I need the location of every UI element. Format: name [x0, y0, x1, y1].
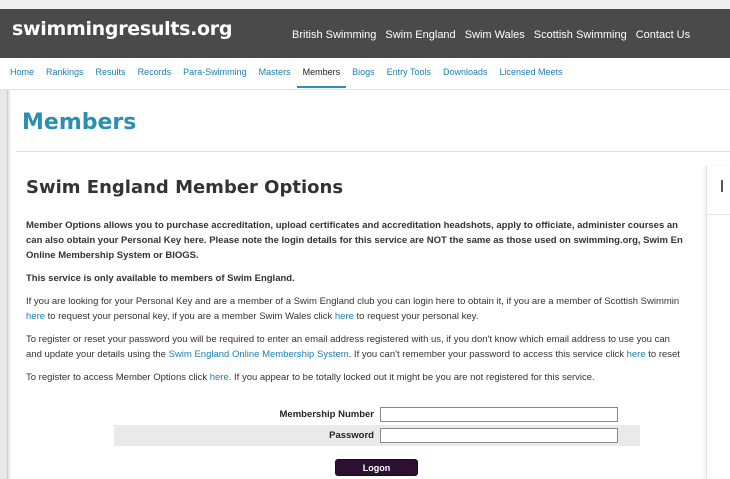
password-row: Password: [114, 425, 640, 446]
nav-para-swimming[interactable]: Para-Swimming: [177, 58, 253, 88]
intro-line-1: Member Options allows you to purchase ac…: [26, 220, 678, 231]
online-membership-system-link[interactable]: Swim England Online Membership System: [169, 349, 349, 360]
eligibility-note: This service is only available to member…: [26, 273, 295, 284]
top-nav-scottish-swimming[interactable]: Scottish Swimming: [534, 29, 627, 41]
side-panel-marker: [721, 180, 723, 192]
nav-downloads[interactable]: Downloads: [437, 58, 494, 88]
register-access-line: To register to access Member Options cli…: [26, 372, 595, 383]
membership-row: Membership Number: [114, 404, 640, 425]
nav-entry-tools[interactable]: Entry Tools: [381, 58, 437, 88]
side-panel-header: [707, 166, 730, 215]
nav-results[interactable]: Results: [90, 58, 132, 88]
top-nav-contact-us[interactable]: Contact Us: [636, 29, 690, 41]
top-nav-british-swimming[interactable]: British Swimming: [292, 29, 376, 41]
register-reset-line-1: To register or reset your password you w…: [26, 334, 670, 345]
reset-password-link[interactable]: here: [627, 349, 646, 360]
section-title: Swim England Member Options: [26, 177, 344, 198]
top-nav: British Swimming Swim England Swim Wales…: [292, 29, 690, 41]
top-header: swimmingresults.org British Swimming Swi…: [0, 0, 730, 58]
right-side-panel: [706, 166, 730, 479]
nav-members[interactable]: Members: [296, 58, 347, 88]
intro-line-3: Online Membership System or BIOGS.: [26, 250, 199, 261]
nav-biogs[interactable]: Biogs: [346, 58, 381, 88]
nav-rankings[interactable]: Rankings: [40, 58, 90, 88]
nav-licensed-meets[interactable]: Licensed Meets: [494, 58, 569, 88]
password-input[interactable]: [380, 428, 618, 443]
site-logo[interactable]: swimmingresults.org: [12, 18, 232, 40]
intro-line-2: can also obtain your Personal Key here. …: [26, 235, 683, 246]
wales-key-link[interactable]: here: [335, 311, 354, 322]
top-nav-swim-england[interactable]: Swim England: [385, 29, 455, 41]
title-divider: [16, 151, 730, 152]
nav-records[interactable]: Records: [132, 58, 178, 88]
main-nav: Home Rankings Results Records Para-Swimm…: [0, 58, 730, 90]
login-form: Membership Number Password: [114, 404, 640, 446]
logon-button[interactable]: Logon: [335, 459, 418, 476]
password-label: Password: [329, 430, 374, 441]
left-gutter: [0, 90, 10, 479]
membership-number-label: Membership Number: [279, 409, 375, 420]
personal-key-line-1: If you are looking for your Personal Key…: [26, 296, 680, 307]
nav-masters[interactable]: Masters: [253, 58, 297, 88]
personal-key-line-2: here to request your personal key, if yo…: [26, 311, 479, 322]
membership-number-input[interactable]: [380, 407, 618, 422]
top-nav-swim-wales[interactable]: Swim Wales: [465, 29, 525, 41]
scottish-key-link[interactable]: here: [26, 311, 45, 322]
nav-home[interactable]: Home: [4, 58, 40, 88]
member-options-content: Member Options allows you to purchase ac…: [26, 218, 710, 393]
header-bar: swimmingresults.org British Swimming Swi…: [0, 9, 730, 58]
register-reset-line-2: and update your details using the Swim E…: [26, 349, 680, 360]
register-link[interactable]: here: [210, 372, 229, 383]
page-title: Members: [22, 110, 137, 135]
